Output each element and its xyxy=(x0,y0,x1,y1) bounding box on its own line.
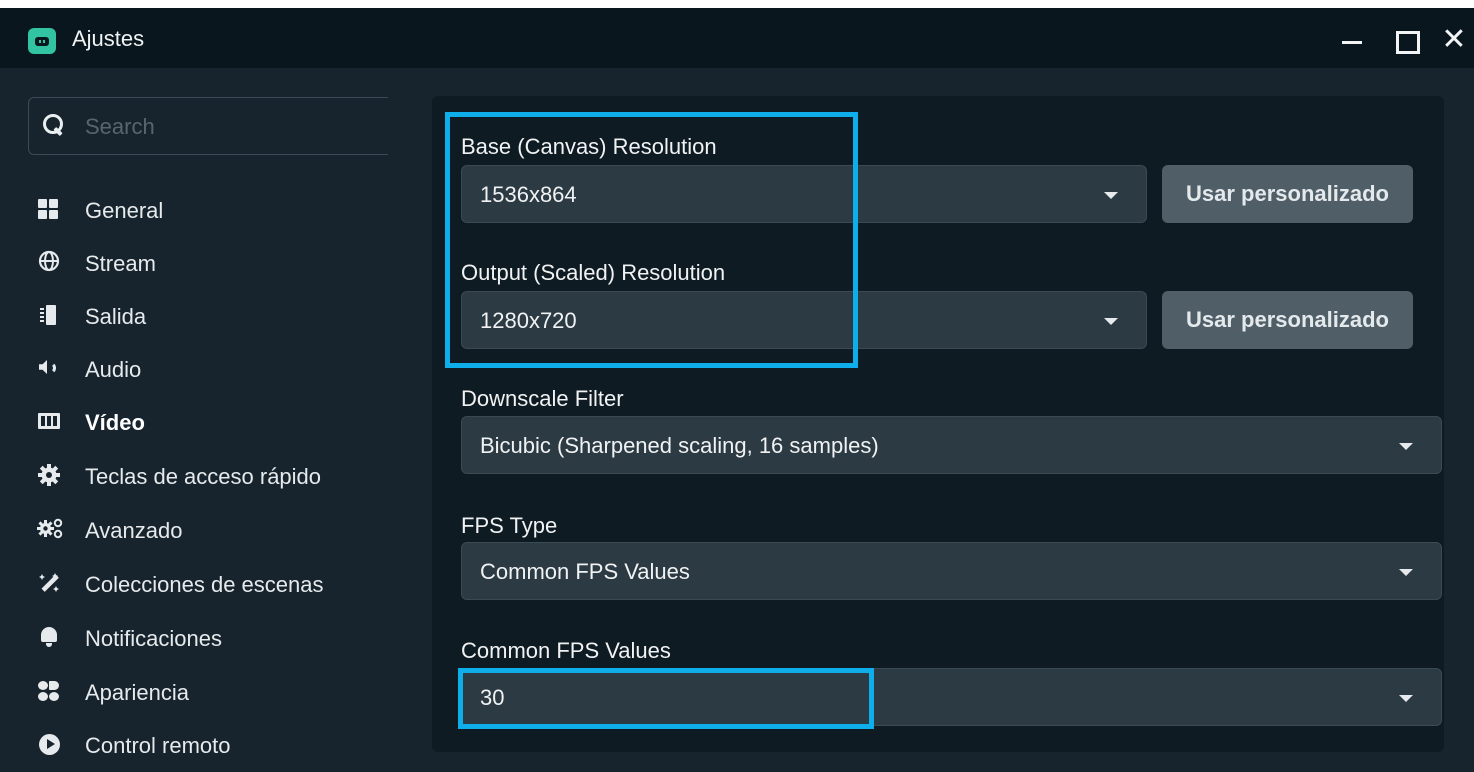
chevron-down-icon xyxy=(1104,192,1118,199)
downscale-filter-label: Downscale Filter xyxy=(461,386,624,411)
chevron-down-icon xyxy=(1399,443,1413,450)
chevron-down-icon xyxy=(1399,695,1413,702)
minimize-icon[interactable] xyxy=(1334,20,1374,60)
fps-type-label: FPS Type xyxy=(461,513,558,538)
sidebar-item-label: Avanzado xyxy=(85,518,183,543)
search-icon xyxy=(43,114,63,136)
common-fps-label: Common FPS Values xyxy=(461,638,671,663)
sidebar-item-label: Stream xyxy=(85,251,156,276)
sidebar-item-general[interactable]: General xyxy=(36,190,396,230)
sidebar-item-label: Audio xyxy=(85,357,142,382)
grid-icon xyxy=(36,196,62,222)
sidebar-item-label: Vídeo xyxy=(85,410,145,435)
sidebar-item-label: Teclas de acceso rápido xyxy=(85,464,322,489)
window-title: Ajustes xyxy=(72,26,145,51)
settings-window: Ajustes ✕ General Stream Salida Audio xyxy=(0,8,1474,772)
sidebar-item-label: Apariencia xyxy=(85,680,189,705)
title-bar[interactable]: Ajustes ✕ xyxy=(0,8,1474,68)
magic-wand-icon xyxy=(36,570,62,596)
sidebar-item-scene-collections[interactable]: Colecciones de escenas xyxy=(36,564,396,604)
sidebar-item-hotkeys[interactable]: Teclas de acceso rápido xyxy=(36,456,396,496)
common-fps-value: 30 xyxy=(480,685,505,710)
sidebar-item-label: Control remoto xyxy=(85,733,231,758)
base-resolution-custom-button[interactable]: Usar personalizado xyxy=(1162,165,1413,223)
base-resolution-value: 1536x864 xyxy=(480,182,577,207)
sidebar-item-appearance[interactable]: Apariencia xyxy=(36,672,396,712)
base-resolution-label: Base (Canvas) Resolution xyxy=(461,134,717,159)
gear-icon xyxy=(36,462,62,488)
output-resolution-custom-button[interactable]: Usar personalizado xyxy=(1162,291,1413,349)
sidebar-item-salida[interactable]: Salida xyxy=(36,296,396,336)
bell-icon xyxy=(36,624,62,650)
sidebar-item-label: Salida xyxy=(85,304,147,329)
output-resolution-value: 1280x720 xyxy=(480,308,577,333)
fps-type-select[interactable]: Common FPS Values xyxy=(461,542,1442,600)
output-resolution-label: Output (Scaled) Resolution xyxy=(461,260,726,285)
output-resolution-select[interactable]: 1280x720 xyxy=(461,291,1147,349)
gears-icon xyxy=(36,516,63,542)
play-circle-icon xyxy=(36,731,62,757)
sidebar-item-remote-control[interactable]: Control remoto xyxy=(36,725,396,765)
search-box[interactable] xyxy=(28,97,388,155)
close-icon[interactable]: ✕ xyxy=(1434,20,1474,60)
search-input[interactable] xyxy=(85,112,375,142)
common-fps-select[interactable]: 30 xyxy=(461,668,1442,726)
base-resolution-select[interactable]: 1536x864 xyxy=(461,165,1147,223)
downscale-filter-select[interactable]: Bicubic (Sharpened scaling, 16 samples) xyxy=(461,416,1442,474)
fps-type-value: Common FPS Values xyxy=(480,559,690,584)
sidebar-item-stream[interactable]: Stream xyxy=(36,243,396,283)
film-icon xyxy=(36,408,62,434)
sidebar-item-label: Notificaciones xyxy=(85,626,222,651)
sidebar-item-video[interactable]: Vídeo xyxy=(36,402,396,442)
downscale-filter-value: Bicubic (Sharpened scaling, 16 samples) xyxy=(480,433,879,458)
globe-icon xyxy=(36,249,62,275)
sidebar-item-label: Colecciones de escenas xyxy=(85,572,324,597)
sidebar-item-audio[interactable]: Audio xyxy=(36,349,396,389)
sidebar-item-advanced[interactable]: Avanzado xyxy=(36,510,396,550)
appearance-icon xyxy=(36,678,62,704)
chevron-down-icon xyxy=(1104,318,1118,325)
maximize-icon[interactable] xyxy=(1386,20,1426,60)
output-icon xyxy=(36,302,62,328)
sidebar-item-label: General xyxy=(85,198,164,223)
sidebar-item-notifications[interactable]: Notificaciones xyxy=(36,618,396,658)
speaker-icon xyxy=(36,355,62,381)
chevron-down-icon xyxy=(1399,569,1413,576)
streamlabs-logo-icon xyxy=(28,28,56,54)
